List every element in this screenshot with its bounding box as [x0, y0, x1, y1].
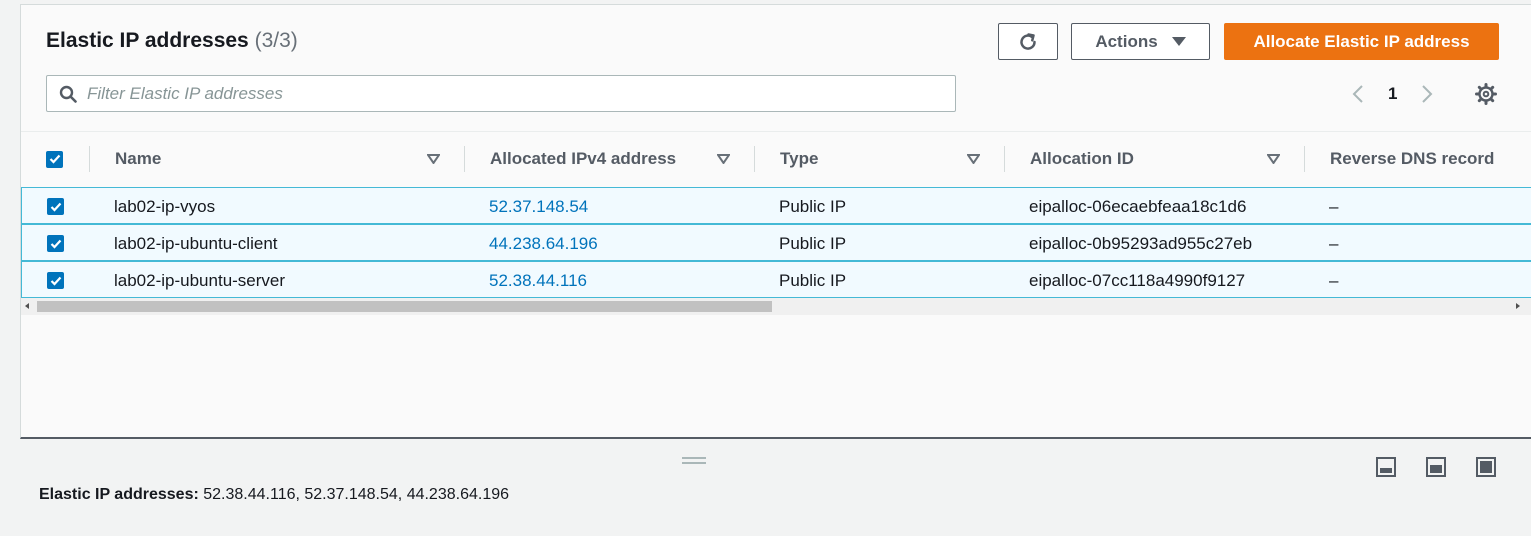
column-label: Allocation ID	[1030, 149, 1134, 168]
column-divider	[464, 146, 465, 172]
allocate-elastic-ip-button[interactable]: Allocate Elastic IP address	[1224, 23, 1499, 60]
column-divider	[89, 146, 90, 172]
cell-type: Public IP	[779, 233, 847, 253]
split-panel-layout-controls	[1375, 456, 1525, 478]
search-icon	[59, 85, 77, 103]
column-label: Reverse DNS record	[1330, 149, 1495, 168]
sort-down-icon[interactable]	[967, 154, 980, 164]
previous-page-button[interactable]	[1346, 81, 1370, 107]
sort-down-icon[interactable]	[717, 154, 730, 164]
caret-down-icon	[1171, 37, 1186, 46]
cell-name: lab02-ip-ubuntu-server	[114, 270, 286, 290]
panel-title-text: Elastic IP addresses	[46, 29, 249, 52]
select-all-checkbox[interactable]	[46, 132, 63, 186]
column-header-type[interactable]: Type	[780, 132, 818, 186]
scrollbar-thumb[interactable]	[37, 301, 772, 312]
column-divider	[1304, 146, 1305, 172]
table-header: Name Allocated IPv4 address Type Allocat…	[21, 132, 1531, 186]
cell-name: lab02-ip-vyos	[114, 196, 216, 216]
elastic-ip-table: Name Allocated IPv4 address Type Allocat…	[21, 131, 1531, 298]
table-row[interactable]: lab02-ip-vyos 52.37.148.54 Public IP eip…	[21, 187, 1531, 224]
cell-type: Public IP	[779, 270, 847, 290]
cell-allocation-id: eipalloc-06ecaebfeaa18c1d6	[1029, 196, 1247, 216]
cell-reverse-dns: –	[1329, 270, 1339, 290]
chevron-left-icon	[1352, 85, 1363, 103]
summary-label: Elastic IP addresses:	[39, 486, 199, 503]
layout-half-panel-icon[interactable]	[1425, 456, 1447, 478]
sort-down-icon[interactable]	[1267, 154, 1280, 164]
row-checkbox[interactable]	[47, 262, 64, 299]
preferences-button[interactable]	[1474, 82, 1500, 108]
checkmark-icon	[49, 154, 60, 164]
column-header-allocation-id[interactable]: Allocation ID	[1030, 132, 1134, 186]
layout-full-panel-icon[interactable]	[1475, 456, 1497, 478]
elastic-ip-panel: Elastic IP addresses (3/3) Actions Alloc…	[20, 4, 1531, 439]
column-divider	[754, 146, 755, 172]
cell-allocation-id: eipalloc-07cc118a4990f9127	[1029, 270, 1246, 290]
checkmark-icon	[50, 202, 61, 212]
filter-box[interactable]	[46, 75, 956, 112]
selected-ips-summary: Elastic IP addresses: 52.38.44.116, 52.3…	[39, 486, 509, 504]
next-page-button[interactable]	[1415, 81, 1439, 107]
checkmark-icon	[50, 276, 61, 286]
cell-ip-link[interactable]: 44.238.64.196	[489, 225, 598, 262]
chevron-right-icon	[1422, 85, 1433, 103]
summary-value: 52.38.44.116, 52.37.148.54, 44.238.64.19…	[203, 486, 510, 503]
actions-label: Actions	[1095, 31, 1158, 51]
table-row[interactable]: lab02-ip-ubuntu-client 44.238.64.196 Pub…	[21, 224, 1531, 261]
column-label: Allocated IPv4 address	[490, 149, 677, 168]
column-header-allocated-ipv4[interactable]: Allocated IPv4 address	[490, 132, 676, 186]
cell-name: lab02-ip-ubuntu-client	[114, 233, 278, 253]
filter-input[interactable]	[87, 83, 907, 104]
row-checkbox[interactable]	[47, 225, 64, 262]
sort-down-icon[interactable]	[427, 154, 440, 164]
selection-count: (3/3)	[254, 29, 298, 52]
refresh-icon	[1020, 32, 1036, 50]
layout-bottom-panel-icon[interactable]	[1375, 456, 1397, 478]
checkmark-icon	[50, 239, 61, 249]
row-checkbox[interactable]	[47, 188, 64, 225]
cell-reverse-dns: –	[1329, 196, 1339, 216]
current-page[interactable]: 1	[1388, 84, 1397, 104]
column-divider	[1004, 146, 1005, 172]
horizontal-scrollbar[interactable]	[21, 298, 1531, 315]
column-header-reverse-dns[interactable]: Reverse DNS record	[1330, 132, 1494, 186]
cell-type: Public IP	[779, 196, 847, 216]
gear-icon	[1475, 83, 1497, 105]
column-label: Type	[780, 149, 819, 168]
cell-reverse-dns: –	[1329, 233, 1339, 253]
refresh-button[interactable]	[998, 23, 1058, 60]
table-row[interactable]: lab02-ip-ubuntu-server 52.38.44.116 Publ…	[21, 261, 1531, 298]
cell-ip-link[interactable]: 52.38.44.116	[489, 262, 587, 299]
cell-ip-link[interactable]: 52.37.148.54	[489, 188, 588, 225]
pagination: 1	[1346, 81, 1439, 107]
scroll-left-arrow-icon[interactable]	[25, 303, 29, 309]
column-header-name[interactable]: Name	[115, 132, 161, 186]
cell-allocation-id: eipalloc-0b95293ad955c27eb	[1029, 233, 1253, 253]
page-title: Elastic IP addresses (3/3)	[46, 29, 298, 53]
actions-dropdown-button[interactable]: Actions	[1071, 23, 1210, 60]
split-panel-drag-handle[interactable]	[682, 457, 706, 465]
column-label: Name	[115, 149, 162, 168]
scroll-right-arrow-icon[interactable]	[1516, 303, 1520, 309]
